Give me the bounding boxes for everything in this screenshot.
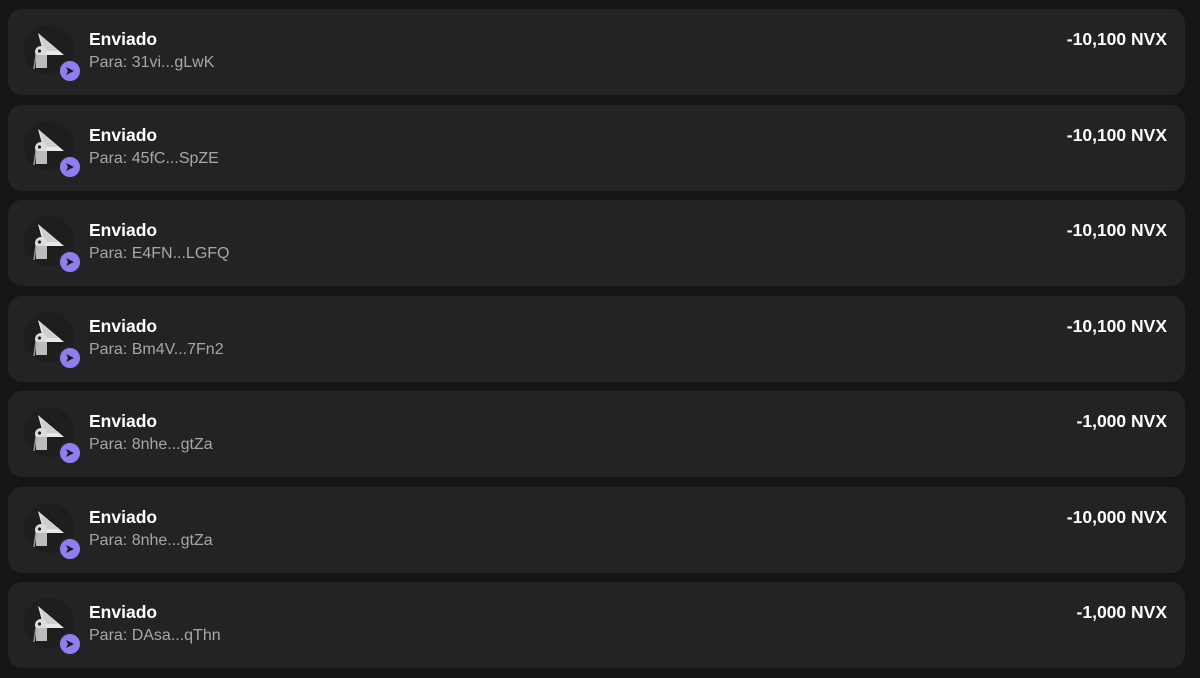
sent-arrow-icon: [58, 154, 82, 179]
transaction-recipient: Para: 8nhe...gtZa: [89, 436, 213, 453]
transaction-amount: -1,000 NVX: [1076, 411, 1167, 431]
transaction-title: Enviado: [89, 506, 158, 527]
transaction-row[interactable]: Enviado Para: 8nhe...gtZa -10,000 NVX: [8, 486, 1185, 573]
transaction-title: Enviado: [89, 29, 158, 49]
transaction-title: Enviado: [89, 315, 158, 336]
sent-arrow-icon: [58, 441, 82, 465]
transaction-recipient: Para: 45fC...SpZE: [89, 149, 219, 167]
transaction-amount: -10,100 NVX: [1066, 220, 1167, 240]
transaction-title: Enviado: [89, 602, 158, 622]
transaction-row[interactable]: Enviado Para: DAsa...qThn -1,000 NVX: [8, 582, 1185, 668]
transaction-amount: -1,000 NVX: [1076, 602, 1167, 622]
transaction-row[interactable]: Enviado Para: 45fC...SpZE -10,100 NVX: [8, 104, 1185, 191]
sent-arrow-icon: [58, 345, 82, 370]
token-avatar: [24, 598, 82, 656]
transaction-row[interactable]: Enviado Para: E4FN...LGFQ -10,100 NVX: [8, 200, 1185, 286]
transaction-title: Enviado: [89, 124, 158, 145]
transaction-row[interactable]: Enviado Para: Bm4V...7Fn2 -10,100 NVX: [8, 295, 1185, 382]
token-avatar: [24, 311, 82, 370]
transaction-recipient: Para: 8nhe...gtZa: [89, 531, 213, 549]
token-avatar: [24, 502, 82, 561]
transaction-recipient: Para: Bm4V...7Fn2: [89, 340, 224, 358]
transaction-recipient: Para: 31vi...gLwK: [89, 54, 215, 71]
transaction-row[interactable]: Enviado Para: 8nhe...gtZa -1,000 NVX: [8, 391, 1185, 477]
transaction-list: Enviado Para: 31vi...gLwK -10,100 NVX En…: [8, 9, 1185, 678]
sent-arrow-icon: [58, 59, 82, 83]
sent-arrow-icon: [58, 250, 82, 274]
token-avatar: [24, 216, 82, 274]
transaction-title: Enviado: [89, 411, 158, 431]
transaction-recipient: Para: E4FN...LGFQ: [89, 245, 230, 262]
transaction-amount: -10,100 NVX: [1066, 124, 1167, 145]
transaction-amount: -10,100 NVX: [1066, 29, 1167, 49]
sent-arrow-icon: [58, 632, 82, 656]
transaction-title: Enviado: [89, 220, 158, 240]
transaction-row[interactable]: Enviado Para: 31vi...gLwK -10,100 NVX: [8, 9, 1185, 95]
token-avatar: [24, 407, 82, 465]
token-avatar: [24, 25, 82, 83]
token-avatar: [24, 120, 82, 179]
transaction-amount: -10,100 NVX: [1066, 315, 1167, 336]
transaction-recipient: Para: DAsa...qThn: [89, 627, 221, 644]
sent-arrow-icon: [58, 536, 82, 561]
transaction-amount: -10,000 NVX: [1066, 506, 1167, 527]
